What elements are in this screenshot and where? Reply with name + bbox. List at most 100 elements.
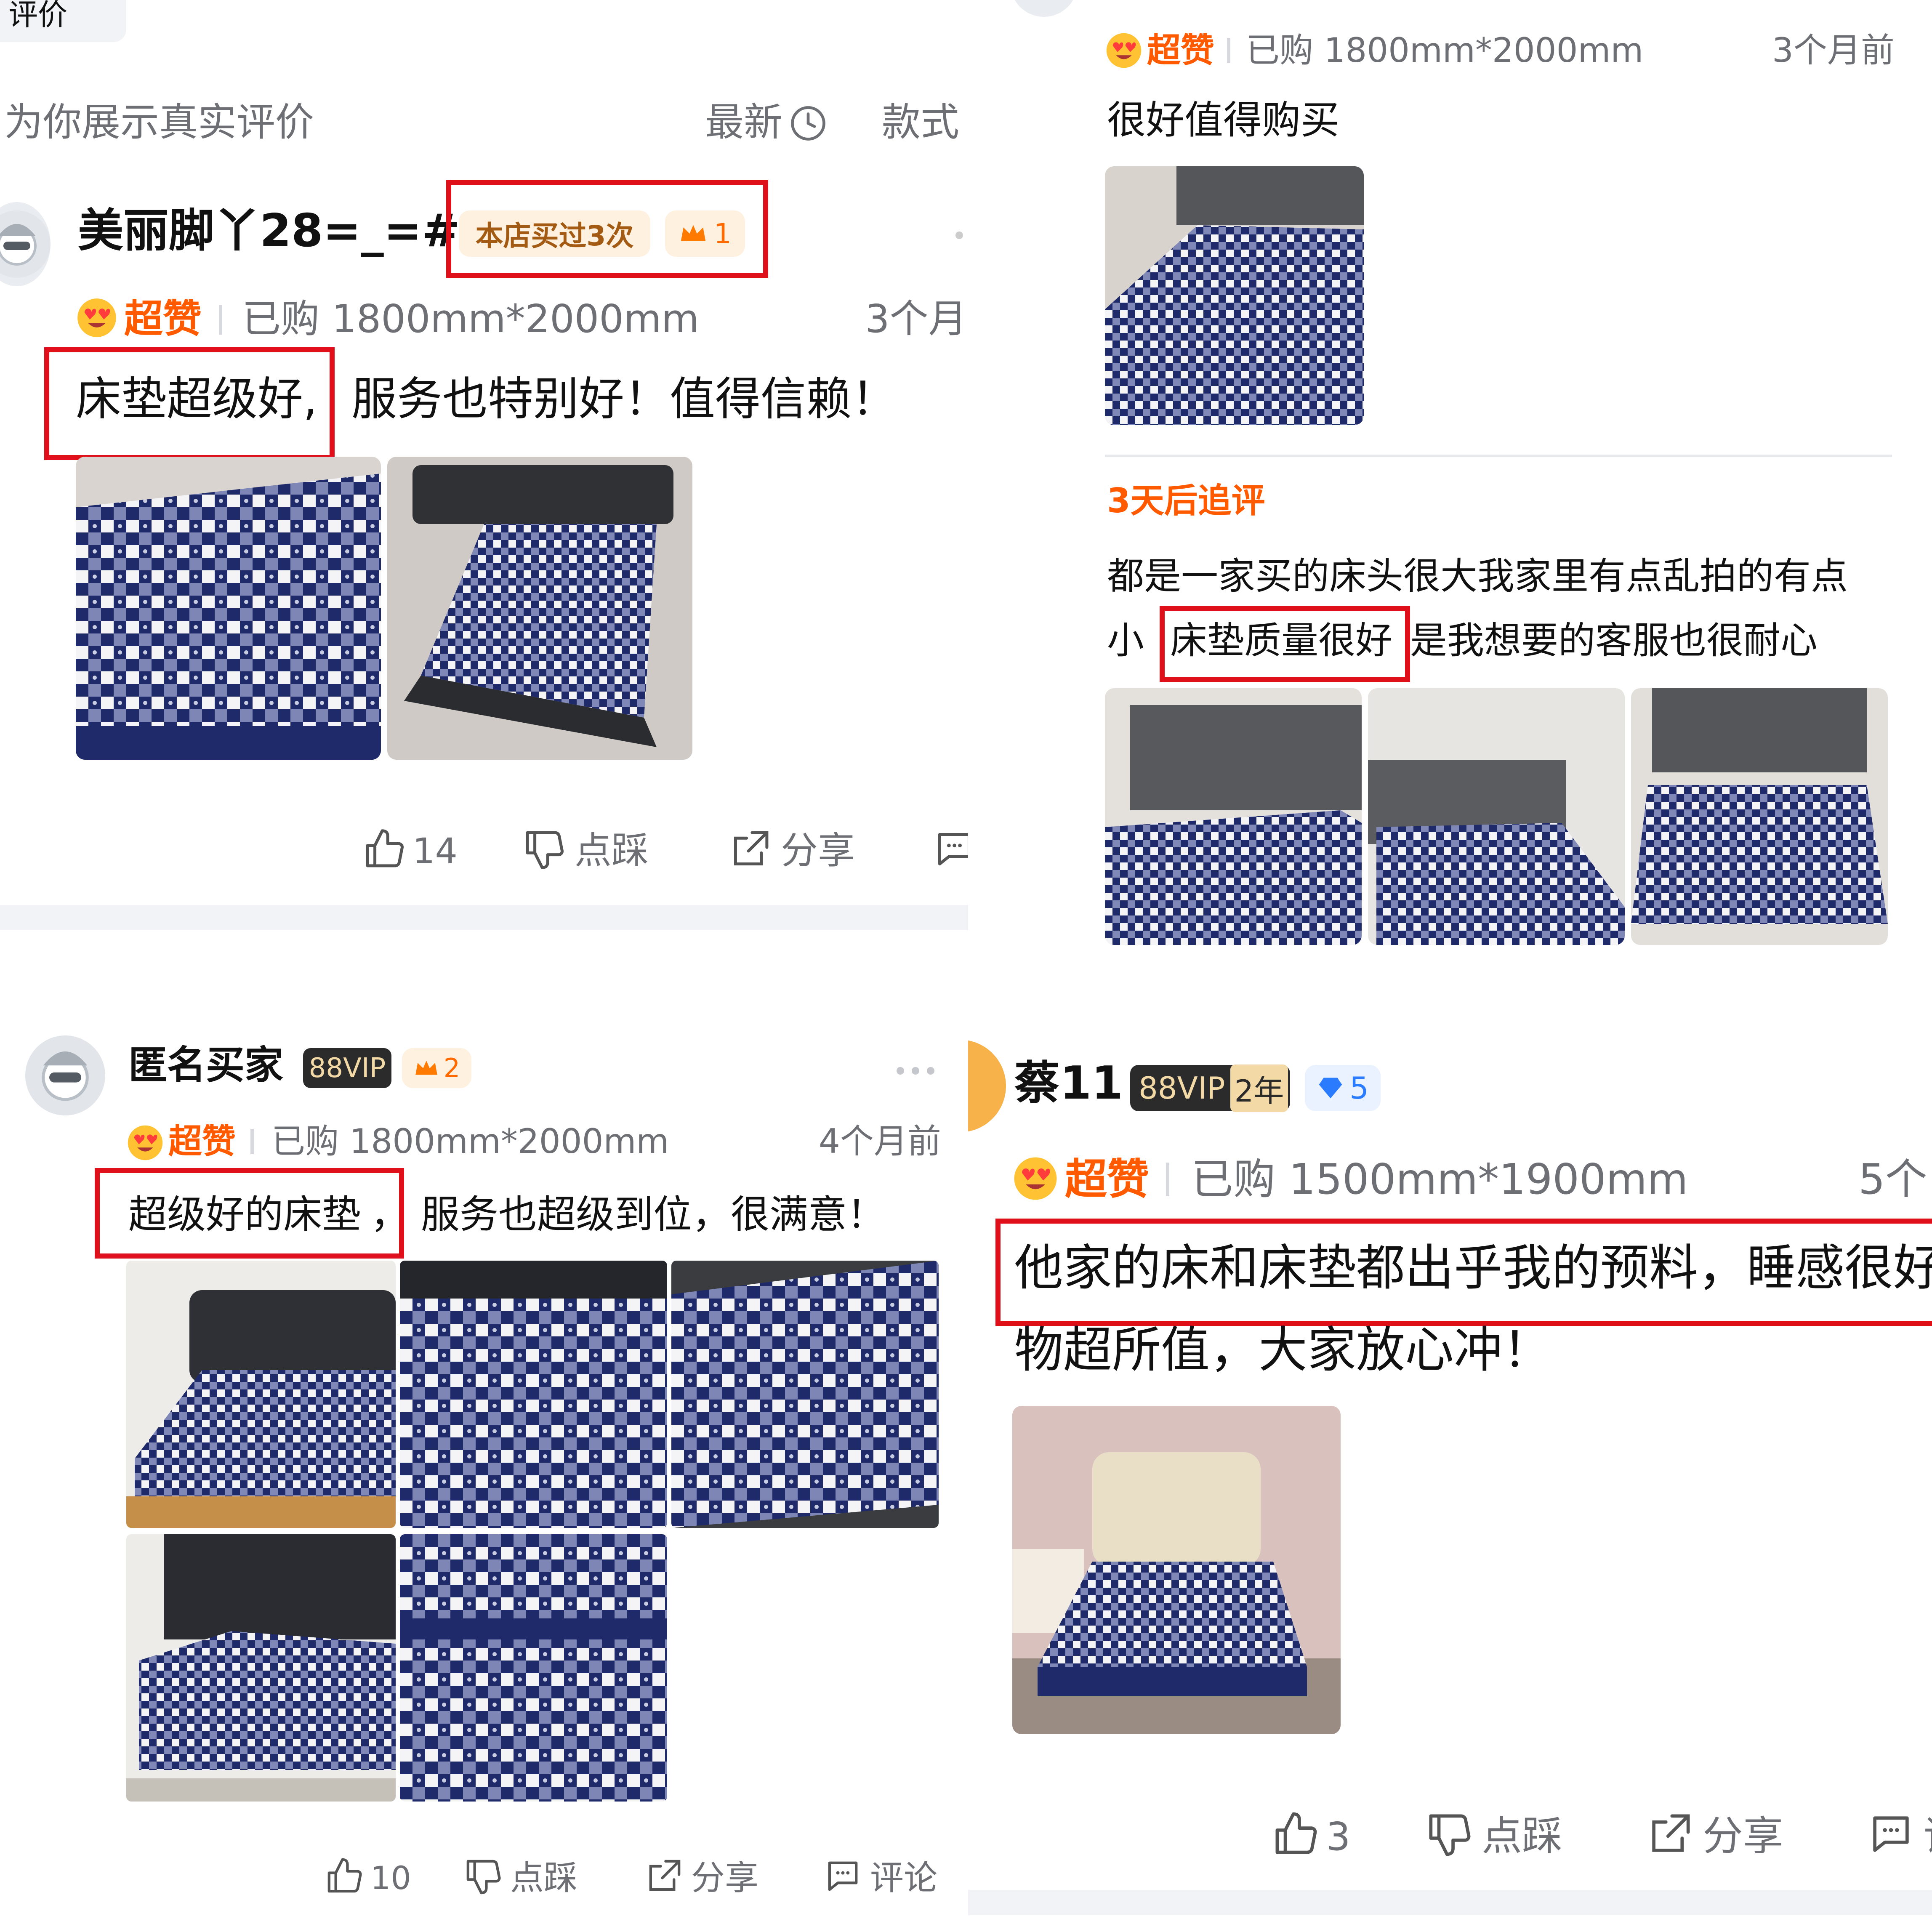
username[interactable]: 蔡11 [1014,1061,1123,1106]
comment-label: 评论 [870,1858,937,1897]
share-icon [1646,1810,1694,1858]
vip-badge: 88VIP 2年 [1130,1064,1290,1112]
like-button[interactable]: 3 [1271,1810,1364,1860]
comment-icon[interactable] [932,827,968,871]
like-count: 3 [1326,1814,1351,1859]
purchased-spec: 已购 1500mm*1900mm [1191,1155,1688,1204]
comment-button[interactable]: 评论 [823,1856,958,1898]
highlight-box-followup [1160,606,1410,682]
vip-text: 88VIP [309,1052,386,1084]
like-button[interactable]: 14 [362,827,458,873]
avatar[interactable] [0,202,51,286]
dislike-label: 点踩 [575,829,649,872]
vip-years: 2年 [1230,1064,1288,1112]
avatar[interactable] [968,1040,1006,1132]
thumbs-down-icon [463,1856,503,1896]
review-time: 3个月前 [1772,31,1895,70]
crown-icon [413,1057,439,1079]
section-divider [968,1890,1932,1915]
review-photo[interactable] [400,1261,667,1528]
review-time: 4个月前 [819,1122,941,1161]
rating-label: 超赞 [1065,1155,1149,1204]
highlight-box-review [995,1219,1932,1326]
review-text: 服务也特别好！值得信赖！ [351,373,897,426]
followup-divider [1105,455,1892,457]
avatar[interactable] [25,1035,105,1115]
comment-button[interactable]: 评 [1867,1810,1932,1860]
share-label: 分享 [781,829,855,872]
thumbs-up-icon [324,1856,364,1896]
dislike-button[interactable]: 点踩 [1425,1810,1576,1860]
share-label: 分享 [691,1858,758,1897]
separator [219,305,222,335]
review-photo[interactable] [76,457,381,760]
share-label: 分享 [1703,1812,1783,1860]
dislike-button[interactable]: 点踩 [463,1856,589,1898]
review-photo[interactable] [1105,166,1364,425]
like-button[interactable]: 10 [324,1856,411,1898]
thumbs-up-icon [1271,1810,1320,1858]
thumbs-down-icon [522,827,566,871]
dislike-label: 点踩 [510,1858,577,1897]
highlight-box-review [95,1168,404,1259]
review-photo[interactable] [126,1534,396,1802]
purchased-spec: 已购 1800mm*2000mm [271,1122,669,1161]
share-icon [728,827,772,871]
review-photo[interactable] [1631,688,1888,945]
review-photo[interactable] [671,1261,939,1528]
share-icon [644,1856,684,1896]
highlight-box-review [44,347,335,460]
heart-eyes-icon [1012,1155,1059,1202]
separator [1166,1163,1169,1196]
heart-eyes-icon [76,297,118,339]
review-photo[interactable] [400,1534,667,1802]
diamond-level: 5 [1349,1070,1369,1106]
more-dots-icon[interactable] [897,1067,939,1075]
tab-reviews[interactable]: 评价 [0,0,126,42]
sort-label: 最新 [705,100,783,145]
review-photo[interactable] [1012,1406,1341,1734]
vip-badge: 88VIP [303,1048,391,1088]
username[interactable]: 美丽脚丫28=_=# [78,208,460,254]
highlight-box-badges [446,180,768,278]
avatar[interactable] [1010,0,1078,17]
review-panel-3: 匿名买家 88VIP 2 超赞 已购 1800mm*2000mm 4个月前 超级… [0,968,968,1932]
separator [1227,38,1230,63]
vip-text: 88VIP [1139,1070,1225,1106]
heart-eyes-icon [1105,32,1143,69]
review-photo[interactable] [387,457,692,760]
rating-label: 超赞 [1147,31,1214,70]
share-button[interactable]: 分享 [644,1856,770,1898]
filter-style-button[interactable]: 款式 [882,103,959,142]
comment-label: 评 [1924,1816,1932,1856]
comment-icon [1867,1810,1915,1858]
section-divider [0,905,968,930]
share-button[interactable]: 分享 [728,827,867,873]
followup-text-prefix: 小 [1107,619,1144,662]
dislike-button[interactable]: 点踩 [522,827,661,873]
review-photo[interactable] [1105,688,1362,945]
thumbs-down-icon [1425,1810,1473,1858]
crown-level: 2 [443,1053,460,1083]
diamond-level-badge: 5 [1305,1065,1381,1111]
review-text: 很好值得购买 [1107,98,1340,143]
share-button[interactable]: 分享 [1646,1810,1797,1860]
rating-label: 超赞 [124,296,202,341]
crown-level-badge: 2 [402,1048,471,1088]
review-panel-1: 评价 为你展示真实评价 最新 款式 美丽脚丫28=_=# 本店买过3次 1 超赞… [0,0,968,968]
tab-label: 评价 [8,0,67,32]
like-count: 14 [412,830,458,872]
reviews-subtitle: 为你展示真实评价 [4,100,314,145]
review-photo[interactable] [1368,688,1625,945]
review-photo[interactable] [126,1261,396,1528]
username[interactable]: 匿名买家 [128,1046,283,1085]
sort-latest-button[interactable]: 最新 [705,101,831,147]
more-dots-icon[interactable] [955,232,963,239]
review-panel-4: 蔡11 88VIP 2年 5 超赞 已购 1500mm*1900mm 5个 他家… [968,968,1932,1932]
comment-icon [823,1856,863,1896]
rating-label: 超赞 [168,1122,236,1161]
review-time: 5个 [1858,1155,1927,1204]
purchased-spec: 已购 1800mm*2000mm [242,296,699,341]
followup-text: 是我想要的客服也很耐心 [1410,619,1818,662]
followup-title: 3天后追评 [1107,481,1265,520]
